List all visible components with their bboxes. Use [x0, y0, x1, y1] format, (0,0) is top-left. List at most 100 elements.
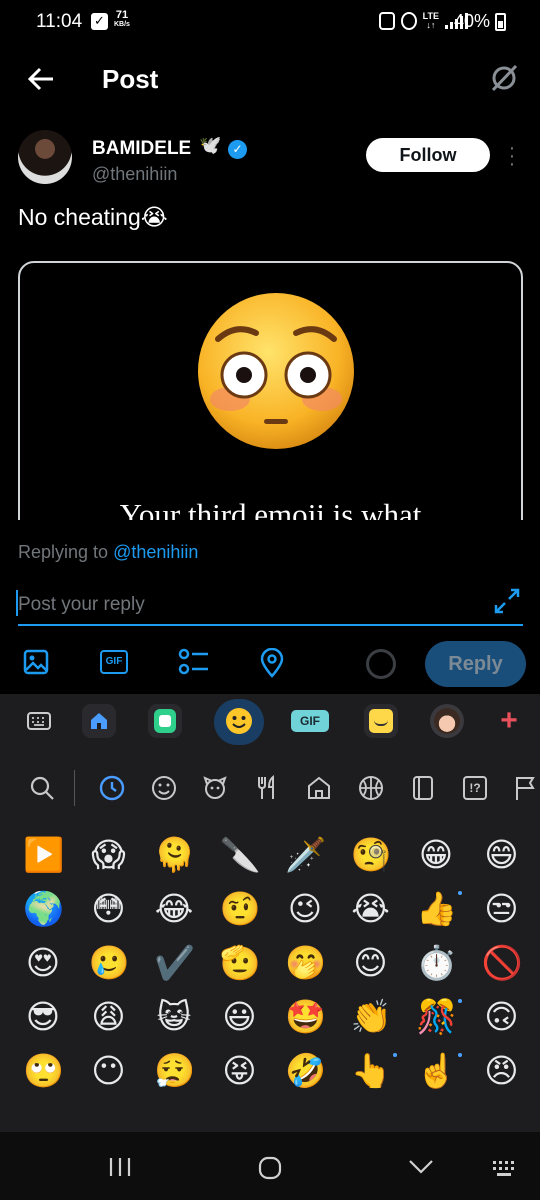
lte-icon: LTE ↓↑	[422, 11, 439, 30]
sim-icon	[378, 12, 395, 30]
saluting-face-emoji[interactable]: 🫡	[220, 943, 261, 983]
bitmoji-icon[interactable]	[148, 704, 182, 738]
flushed-face-image	[198, 293, 354, 449]
expand-icon[interactable]	[492, 586, 522, 616]
confetti-emoji[interactable]: 🎊	[416, 997, 457, 1037]
eye-roll-emoji[interactable]: 🙄	[23, 1051, 64, 1091]
no-mouth-emoji[interactable]: 😶	[89, 1051, 129, 1091]
melting-face-emoji[interactable]: 🫠	[154, 835, 195, 875]
more-options-icon[interactable]: · · ·	[505, 138, 519, 174]
skin-tone-indicator	[458, 891, 462, 895]
avatar-sticker-icon[interactable]	[430, 704, 464, 738]
keyboard-switch-icon[interactable]	[492, 1160, 518, 1183]
heart-eyes-emoji[interactable]: 😍	[23, 943, 63, 983]
reply-button[interactable]: Reply	[425, 641, 526, 687]
back-arrow-icon[interactable]	[26, 64, 56, 94]
wink-emoji[interactable]: 😉	[285, 889, 325, 929]
sunglasses-emoji[interactable]: 😎	[23, 997, 63, 1037]
alarm-icon	[400, 12, 417, 30]
system-nav-bar	[0, 1132, 540, 1200]
flushed-emoji[interactable]: 😳	[89, 889, 129, 929]
upside-down-emoji[interactable]: 🙃	[482, 997, 522, 1037]
stopwatch-emoji[interactable]: ⏱️	[416, 943, 457, 983]
plus-icon[interactable]: +	[492, 704, 526, 738]
tongue-squint-emoji[interactable]: 😝	[220, 1051, 260, 1091]
replying-to: Replying to @thenihiin	[18, 542, 199, 562]
unamused-emoji[interactable]: 😒	[482, 889, 522, 929]
point-up-emoji[interactable]: 👆	[351, 1051, 392, 1091]
check-notification-icon: ✓	[91, 13, 108, 30]
smile-emoji[interactable]: 😄	[482, 835, 522, 875]
hide-keyboard-icon[interactable]	[408, 1158, 434, 1181]
dove-emoji: 🕊️	[199, 135, 222, 155]
status-bar: 11:04 ✓ 71 KB/s LTE ↓↑ 40%	[0, 0, 540, 44]
tear-smile-emoji[interactable]: 🥲	[89, 943, 130, 983]
monocle-face-emoji[interactable]: 🧐	[351, 835, 392, 875]
reply-composer: Replying to @thenihiin GIF Reply	[0, 520, 540, 694]
exhale-emoji[interactable]: 😮‍💨	[154, 1051, 195, 1091]
location-icon[interactable]	[258, 647, 286, 678]
joy-emoji[interactable]: 😂	[154, 889, 194, 929]
food-category-icon[interactable]	[253, 774, 281, 802]
search-icon[interactable]	[28, 774, 56, 802]
skin-tone-indicator	[458, 999, 462, 1003]
smiley-cat-emoji[interactable]: 😺	[154, 997, 194, 1037]
sticker-icon[interactable]	[364, 704, 398, 738]
author-avatar[interactable]	[18, 130, 72, 184]
divider	[74, 770, 75, 806]
home-button-icon[interactable]	[258, 1156, 282, 1185]
star-struck-emoji[interactable]: 🤩	[285, 997, 326, 1037]
author-name[interactable]: BAMIDELE	[92, 138, 191, 160]
clapping-emoji[interactable]: 👏	[351, 997, 392, 1037]
hand-over-mouth-emoji[interactable]: 🤭	[285, 943, 326, 983]
flags-category-icon[interactable]	[512, 774, 540, 802]
animal-category-icon[interactable]	[201, 774, 229, 802]
recent-apps-icon[interactable]	[108, 1156, 132, 1183]
symbols-category-icon[interactable]: !?	[461, 774, 489, 802]
emoji-grid: ▶️ 😱 🫠 🔪 🗡️ 🧐 😁 😄 🌍 😳 😂 🤨 😉 😭 👍 😒 😍 🥲 ✔️ 🫡 🤭 😊 ⏱️ 🚫 😎 😩 😺 😃 🤩 👏 🎊 🙃 🙄 😶 😮‍…	[0, 820, 540, 1132]
tweet-text: No cheating😭	[18, 204, 168, 230]
follow-button[interactable]: Follow	[366, 138, 490, 172]
battery-icon	[495, 13, 506, 31]
image-icon[interactable]	[22, 648, 50, 676]
prohibited-emoji[interactable]: 🚫	[482, 943, 523, 983]
globe-emoji[interactable]: 🌍	[23, 889, 64, 929]
blush-emoji[interactable]: 😊	[351, 943, 391, 983]
reply-input[interactable]	[18, 586, 523, 626]
page-title: Post	[102, 64, 159, 94]
author-handle[interactable]: @thenihiin	[92, 164, 177, 185]
keyboard-toolbar: GIF +	[0, 694, 540, 756]
dagger-emoji[interactable]: 🗡️	[285, 835, 326, 875]
gif-icon[interactable]: GIF	[100, 648, 128, 676]
poll-icon[interactable]	[178, 648, 208, 676]
emoji-tab-icon[interactable]	[222, 704, 256, 738]
scream-emoji[interactable]: 😱	[89, 835, 129, 875]
grok-icon[interactable]	[488, 62, 520, 94]
skin-tone-indicator	[458, 1053, 462, 1057]
index-up-emoji[interactable]: ☝️	[416, 1051, 457, 1091]
smiley-category-icon[interactable]	[150, 774, 178, 802]
keyboard-icon[interactable]	[22, 704, 56, 738]
places-category-icon[interactable]	[305, 774, 333, 802]
angry-emoji[interactable]: 😠	[482, 1051, 522, 1091]
knife-emoji[interactable]: 🔪	[220, 835, 261, 875]
replying-handle[interactable]: @thenihiin	[113, 542, 198, 562]
rofl-emoji[interactable]: 🤣	[285, 1051, 326, 1091]
objects-category-icon[interactable]	[409, 774, 437, 802]
activity-category-icon[interactable]	[357, 774, 385, 802]
tweet-media[interactable]: Your third emoji is what	[18, 261, 523, 551]
net-speed: 71 KB/s	[114, 9, 130, 29]
sob-emoji[interactable]: 😭	[351, 889, 391, 929]
weary-emoji[interactable]: 😩	[89, 997, 129, 1037]
smiley-emoji[interactable]: 😃	[220, 997, 260, 1037]
grin-emoji[interactable]: 😁	[416, 835, 456, 875]
home-icon[interactable]	[82, 704, 116, 738]
gif-tab-icon[interactable]: GIF	[289, 704, 331, 738]
thumbs-up-emoji[interactable]: 👍	[416, 889, 457, 929]
status-time: 11:04	[36, 11, 83, 32]
raised-eyebrow-emoji[interactable]: 🤨	[220, 889, 261, 929]
check-mark-emoji[interactable]: ✔️	[154, 943, 195, 983]
recent-clock-icon[interactable]	[98, 774, 126, 802]
character-count-ring	[366, 649, 396, 679]
play-button-emoji[interactable]: ▶️	[23, 835, 64, 875]
